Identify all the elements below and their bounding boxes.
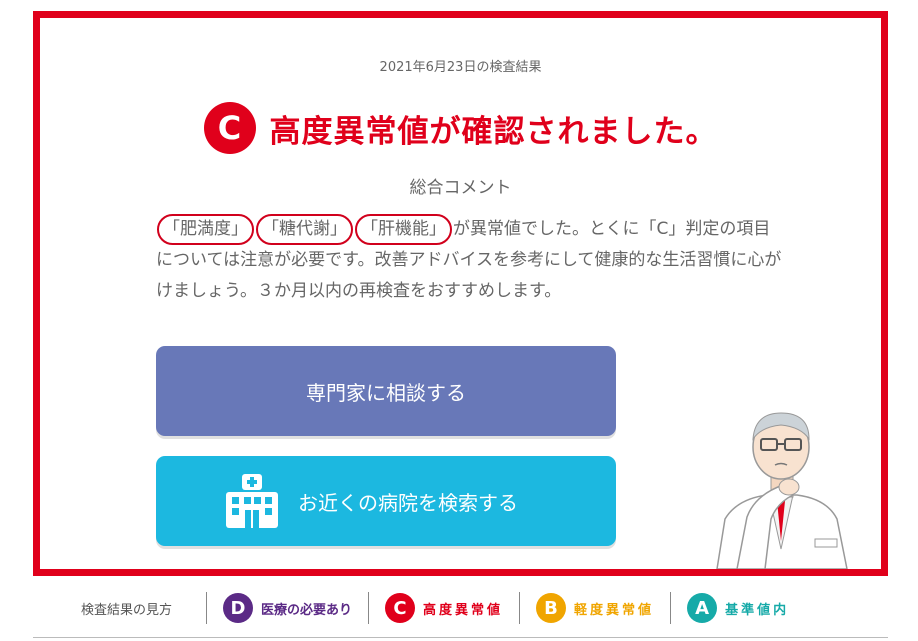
legend-item-c: C 高度異常値 [385,593,503,623]
comment-text: 「肥満度」 「糖代謝」 「肝機能」 が異常値でした。とくに「C」判定の項目については注… [156,214,786,307]
grade-b-badge: B [536,593,567,623]
doctor-illustration [716,412,848,569]
search-hospital-label: お近くの病院を検索する [298,490,518,515]
grade-d-label: 医療の必要あり [261,602,353,618]
legend-title: 検査結果の見方 [81,602,173,618]
highlight-glucose: 「糖代謝」 [256,214,353,245]
grade-c-label: 高度異常値 [423,602,504,618]
grade-a-badge: A [687,593,718,623]
grade-b-label: 軽度異常値 [574,602,655,618]
grade-c-badge: C [385,593,416,623]
consult-expert-label: 専門家に相談する [306,380,466,405]
legend-item-a: A 基準値内 [687,593,789,623]
comment-heading: 総合コメント [409,178,512,198]
result-panel: 2021年6月23日の検査結果 C 高度異常値が確認されました。 総合コメント … [33,11,888,576]
highlight-liver: 「肝機能」 [355,214,452,245]
legend-divider [368,592,370,624]
result-message: 高度異常値が確認されました。 [269,113,718,150]
legend-item-b: B 軽度異常値 [536,593,654,623]
bottom-divider [33,637,888,638]
grade-a-label: 基準値内 [725,602,790,618]
result-summary: C 高度異常値が確認されました。 [40,102,881,154]
consult-expert-button[interactable]: 専門家に相談する [156,346,616,436]
hospital-icon [226,474,278,528]
exam-date: 2021年6月23日の検査結果 [379,60,542,75]
legend-item-d: D 医療の必要あり [223,593,352,623]
legend-divider [519,592,521,624]
grade-d-badge: D [223,593,254,623]
legend-divider [670,592,672,624]
grade-legend: 検査結果の見方 D 医療の必要あり C 高度異常値 B 軽度異常値 A 基準値内 [33,588,888,628]
highlight-obesity: 「肥満度」 [157,214,254,245]
grade-badge: C [203,102,256,154]
legend-divider [206,592,208,624]
search-hospital-button[interactable]: お近くの病院を検索する [156,456,616,546]
